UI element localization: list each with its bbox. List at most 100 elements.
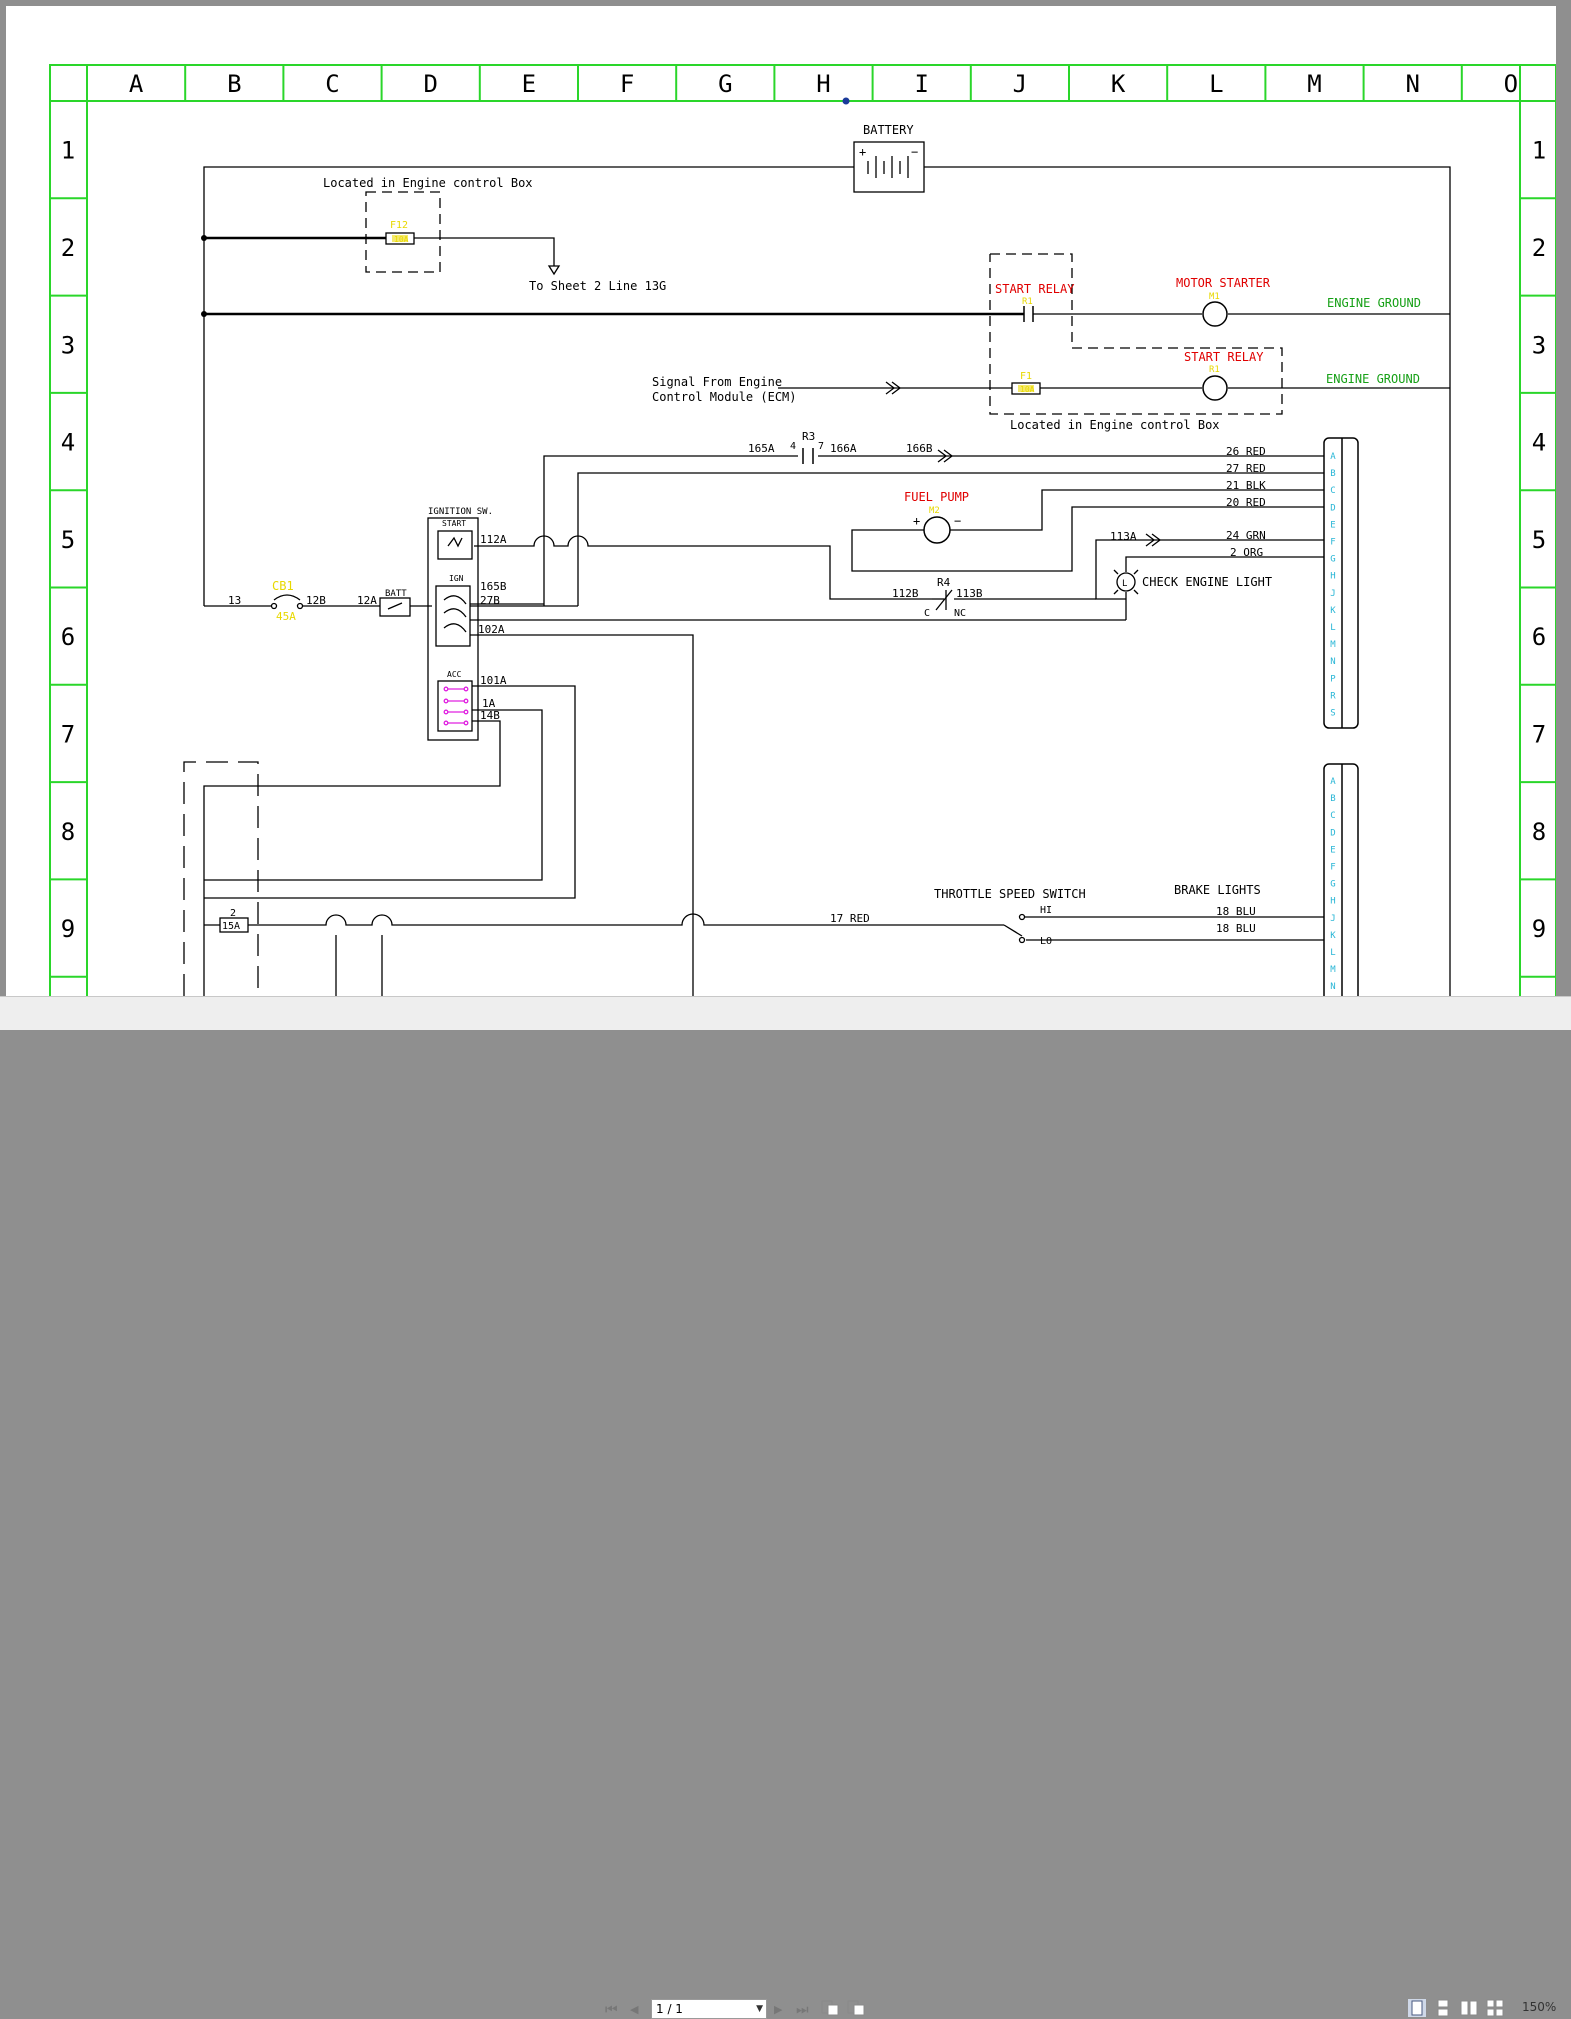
row-label-left: 7 [61,720,75,748]
row-label-right: 1 [1532,137,1546,165]
r4-label: R4 [937,576,951,589]
connector-pin: F [1330,863,1335,873]
connector-1 [1323,437,1359,729]
brake-lights-label: BRAKE LIGHTS [1174,883,1261,897]
row-label-right: 7 [1532,720,1546,748]
zoom-level[interactable]: 150% [1522,2000,1556,2014]
wire-165b: 165B [480,580,507,593]
batt-switch [379,597,411,617]
column-label: M [1307,70,1321,98]
lo-label: LO [1040,936,1052,947]
wire-166b: 166B [906,442,933,455]
fuel-pump-motor [923,516,951,544]
prev-page-button[interactable]: ◀ [630,2001,638,2019]
single-page-view-icon[interactable] [1408,1999,1426,2017]
column-label: C [325,70,339,98]
row-label-left: 2 [61,234,75,262]
batt-label: BATT [385,589,407,599]
column-label: A [129,70,144,98]
row-label-right: 8 [1532,818,1546,846]
r3-label: R3 [802,430,815,443]
r4-nc: NC [954,608,966,619]
cb1-rating: 45A [276,610,296,623]
page-number-input[interactable]: 1 / 1 ▼ [651,1999,767,2019]
labels: BATTERY + − Located in Engine control Bo… [222,123,1421,947]
connector-pin: G [1330,880,1335,890]
column-label: E [522,70,536,98]
wire-112b: 112B [892,587,919,600]
f1-rating: 10A [1020,385,1035,394]
next-page-button[interactable]: ▶ [774,2001,782,2019]
wire-101a: 101A [480,674,507,687]
wiring-diagram: ABCDEFGHIJKLMNO 1 12 23 34 45 56 67 78 89 9 [49,64,1556,996]
viewer-toolbar: ⏮ ◀ 1 / 1 ▼ ▶ ⏭ 150% [0,996,1571,2019]
wire-2: 2 ORG [1230,546,1263,559]
r3-pin7: 7 [818,441,824,452]
f12-label: F12 [390,220,408,231]
r3-pin4: 4 [790,441,796,452]
wire-18b: 18 BLU [1216,922,1256,935]
continuous-view-icon[interactable] [1434,1999,1452,2017]
connector-pin: S [1330,709,1335,719]
connector-pin: M [1330,640,1336,650]
connector-pin: N [1330,657,1335,667]
hi-label: HI [1040,905,1052,916]
row-label-right: 4 [1532,429,1546,457]
ignition-switch [427,517,479,741]
connector-pin: D [1330,503,1335,513]
ignition-start-label: START [442,519,466,528]
f1-label: F1 [1020,371,1032,382]
two-page-view-icon[interactable] [1460,1999,1478,2017]
column-label: N [1405,70,1419,98]
engine-box-outline-3 [183,761,259,996]
wire-112a: 112A [480,533,507,546]
connector-pin: K [1330,931,1336,941]
column-label: O [1504,70,1518,98]
connector-pin: L [1330,623,1335,633]
signal-label-2: Control Module (ECM) [652,390,797,404]
wire-21: 21 BLK [1226,479,1266,492]
row-label-right: 9 [1532,915,1546,943]
start-relay-ref-2: R1 [1209,365,1220,375]
connector-pin: L [1330,948,1335,958]
connector-pin: E [1330,520,1335,530]
start-relay-label-1: START RELAY [995,282,1075,296]
row-label-left: 3 [61,331,75,359]
connector-pin: J [1330,914,1335,924]
wire-27b: 27B [480,594,500,607]
check-engine-label: CHECK ENGINE LIGHT [1142,575,1272,589]
connector-pin: K [1330,606,1336,616]
connector-pin: A [1330,777,1336,787]
connector-pin: F [1330,538,1335,548]
start-relay-label-2: START RELAY [1184,350,1264,364]
row-label-left: 9 [61,915,75,943]
row-label-left: 4 [61,429,75,457]
located-box-label-1: Located in Engine control Box [323,176,533,190]
last-page-button[interactable]: ⏭ [796,2001,809,2019]
connector-pin: B [1330,794,1335,804]
column-label: H [816,70,830,98]
wire-14b: 14B [480,709,500,722]
two-page-continuous-icon[interactable] [1486,1999,1504,2017]
relay-contact-r1 [1023,306,1034,322]
to-sheet-label: To Sheet 2 Line 13G [529,279,666,293]
column-label: I [914,70,928,98]
column-label: B [227,70,241,98]
relay-contact-r4 [932,589,953,611]
fit-page-icon[interactable] [820,1999,840,2017]
battery-label: BATTERY [863,123,914,137]
first-page-button[interactable]: ⏮ [605,2001,618,2019]
fit-width-icon[interactable] [846,1999,866,2017]
fuse-2-label: 2 [230,908,236,919]
row-label-left: 1 [61,137,75,165]
row-label-left: 5 [61,526,75,554]
lamp-letter: L [1122,579,1127,589]
located-box-label-2: Located in Engine control Box [1010,418,1220,432]
r4-c: C [924,608,930,619]
connector-pin: C [1330,486,1335,496]
connector-pin: N [1330,982,1335,992]
connector-pin: H [1330,897,1335,907]
junction-dots [201,97,850,317]
cb1-label: CB1 [272,579,294,593]
wire-17: 17 RED [830,912,870,925]
